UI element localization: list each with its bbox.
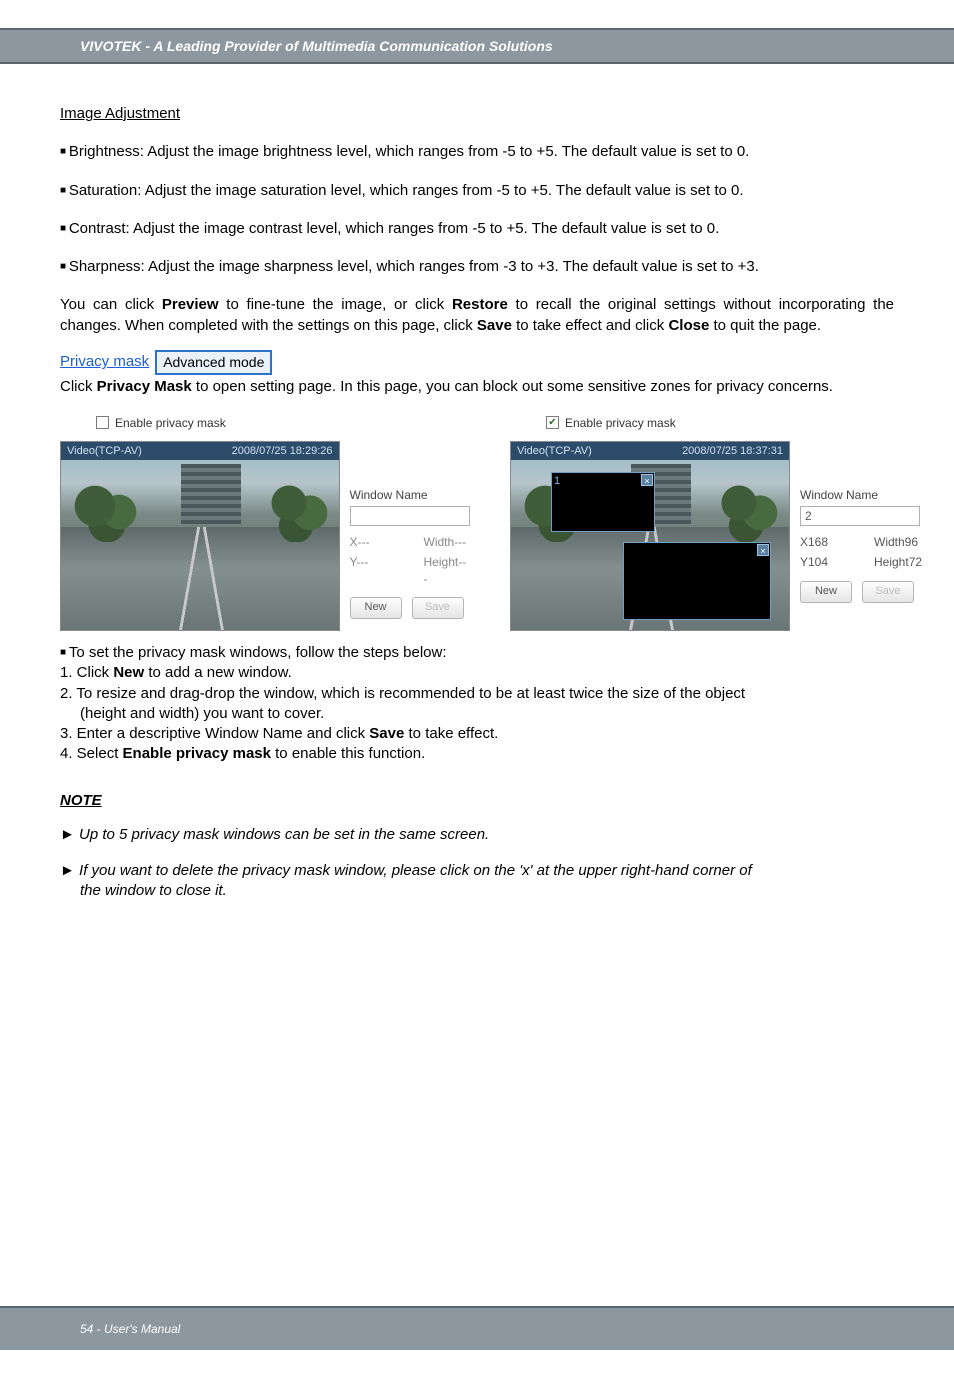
x-label-left: X---: [350, 534, 396, 550]
bullet-sharpness: Sharpness: Adjust the image sharpness le…: [60, 257, 894, 277]
step-1: 1. Click New to add a new window.: [60, 663, 894, 683]
window-name-input-left[interactable]: [350, 506, 470, 526]
new-button-left[interactable]: New: [350, 597, 402, 619]
note-1: ► Up to 5 privacy mask windows can be se…: [60, 825, 894, 845]
save-button-left[interactable]: Save: [412, 597, 464, 619]
bullet-saturation: Saturation: Adjust the image saturation …: [60, 181, 894, 201]
step-4: 4. Select Enable privacy mask to enable …: [60, 744, 894, 764]
mask-1-number: 1: [554, 474, 560, 489]
header-band: VIVOTEK - A Leading Provider of Multimed…: [0, 28, 954, 64]
video-preview-left[interactable]: Video(TCP-AV) 2008/07/25 18:29:26: [60, 441, 340, 631]
image-adjustment-heading: Image Adjustment: [60, 104, 180, 124]
video-timestamp-left: 2008/07/25 18:29:26: [232, 444, 333, 459]
screenshot-right: ✔ Enable privacy mask Video(TCP-AV) 2008…: [510, 411, 922, 631]
height-label-right: Height72: [874, 554, 922, 570]
screenshots-row: Enable privacy mask Video(TCP-AV) 2008/0…: [60, 411, 894, 631]
window-name-label-right: Window Name: [800, 487, 922, 503]
height-label-left: Height---: [424, 554, 470, 586]
step-2b: (height and width) you want to cover.: [80, 704, 894, 724]
step-3: 3. Enter a descriptive Window Name and c…: [60, 724, 894, 744]
controls-right: Window Name X168 Width96 Y104 Height72 N…: [800, 441, 922, 603]
footer-text: 54 - User's Manual: [80, 1322, 180, 1336]
steps-lead: To set the privacy mask windows, follow …: [60, 643, 894, 663]
enable-mask-row-right: ✔ Enable privacy mask: [546, 415, 922, 431]
step-2: 2. To resize and drag-drop the window, w…: [60, 684, 894, 704]
note-heading: NOTE: [60, 791, 894, 811]
enable-mask-row-left: Enable privacy mask: [96, 415, 470, 431]
page-footer: 54 - User's Manual: [0, 1306, 954, 1350]
mask-window-2[interactable]: ×: [623, 542, 771, 620]
screenshot-left: Enable privacy mask Video(TCP-AV) 2008/0…: [60, 411, 470, 631]
privacy-mask-title-row: Privacy mask Advanced mode: [60, 350, 894, 375]
bullet-contrast: Contrast: Adjust the image contrast leve…: [60, 219, 894, 239]
video-preview-right[interactable]: Video(TCP-AV) 2008/07/25 18:37:31 1 × ×: [510, 441, 790, 631]
page-content: Image Adjustment Brightness: Adjust the …: [0, 64, 954, 902]
new-button-right[interactable]: New: [800, 581, 852, 603]
save-button-right[interactable]: Save: [862, 581, 914, 603]
enable-mask-checkbox-right[interactable]: ✔: [546, 416, 559, 429]
video-timestamp-right: 2008/07/25 18:37:31: [682, 444, 783, 459]
width-label-left: Width---: [424, 534, 470, 550]
advanced-mode-badge: Advanced mode: [155, 350, 272, 375]
enable-mask-label-right: Enable privacy mask: [565, 415, 676, 431]
note-2: ► If you want to delete the privacy mask…: [60, 861, 894, 881]
x-label-right: X168: [800, 534, 846, 550]
bullet-brightness: Brightness: Adjust the image brightness …: [60, 142, 894, 162]
mask-1-close-icon[interactable]: ×: [641, 474, 653, 486]
controls-left: Window Name X--- Width--- Y--- Height---…: [350, 441, 470, 619]
video-title-left-text: Video(TCP-AV): [67, 444, 142, 459]
privacy-mask-link[interactable]: Privacy mask: [60, 352, 149, 372]
header-brand: VIVOTEK - A Leading Provider of Multimed…: [80, 38, 553, 54]
enable-mask-label-left: Enable privacy mask: [115, 415, 226, 431]
video-title-right-text: Video(TCP-AV): [517, 444, 592, 459]
mask-window-1[interactable]: 1 ×: [551, 472, 655, 532]
window-name-label-left: Window Name: [350, 487, 470, 503]
privacy-mask-intro: Click Privacy Mask to open setting page.…: [60, 377, 894, 397]
y-label-left: Y---: [350, 554, 396, 586]
video-title-bar-right: Video(TCP-AV) 2008/07/25 18:37:31: [511, 442, 789, 460]
window-name-input-right[interactable]: [800, 506, 920, 526]
enable-mask-checkbox-left[interactable]: [96, 416, 109, 429]
video-title-bar-left: Video(TCP-AV) 2008/07/25 18:29:26: [61, 442, 339, 460]
image-adjustment-paragraph: You can click Preview to fine-tune the i…: [60, 295, 894, 336]
width-label-right: Width96: [874, 534, 920, 550]
note-2b: the window to close it.: [80, 881, 894, 901]
steps-block: To set the privacy mask windows, follow …: [60, 643, 894, 765]
mask-2-close-icon[interactable]: ×: [757, 544, 769, 556]
y-label-right: Y104: [800, 554, 846, 570]
